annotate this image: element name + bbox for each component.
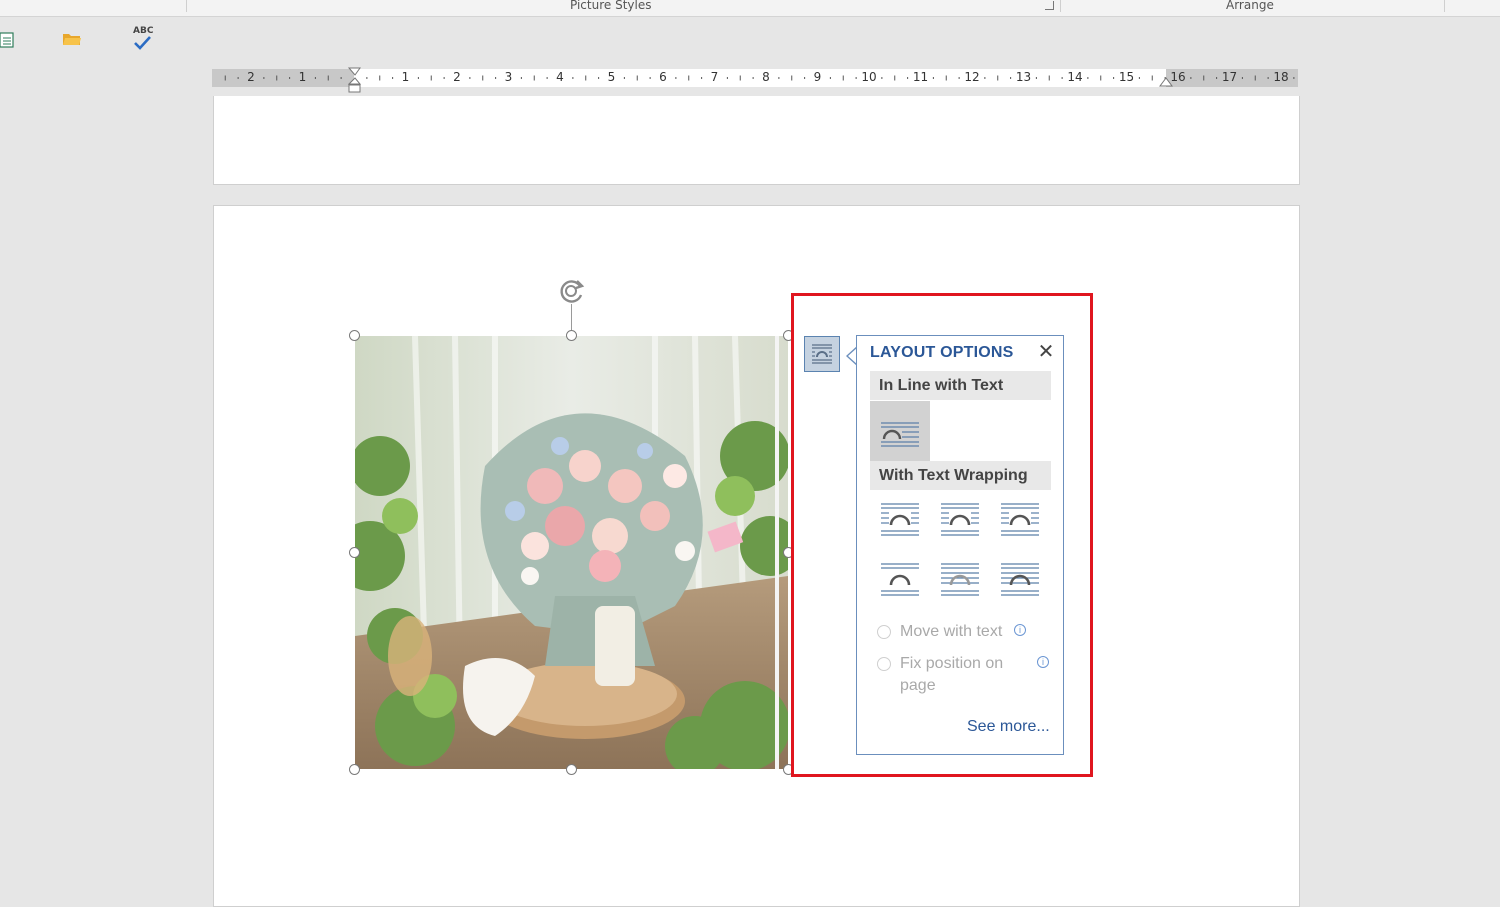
ruler-label: 9 bbox=[813, 70, 822, 84]
inserted-picture[interactable] bbox=[355, 336, 788, 769]
ribbon-group-picture-styles: Picture Styles bbox=[570, 0, 652, 12]
ruler-label: 12 bbox=[964, 70, 980, 84]
resize-handle-bottom-left[interactable] bbox=[349, 764, 360, 775]
resize-handle-left[interactable] bbox=[349, 547, 360, 558]
spelling-icon-text: ABC bbox=[133, 26, 154, 36]
ruler-label: 1 bbox=[298, 70, 307, 84]
ruler-ticks bbox=[224, 75, 1295, 81]
resize-handle-bottom[interactable] bbox=[566, 764, 577, 775]
ruler-label: 4 bbox=[556, 70, 564, 84]
ribbon-separator bbox=[1444, 0, 1445, 12]
ruler-label: 11 bbox=[912, 70, 929, 84]
rotate-handle-icon[interactable] bbox=[558, 277, 586, 310]
ruler-label: 15 bbox=[1118, 70, 1135, 84]
ruler-label: 2 bbox=[247, 70, 255, 84]
ruler-label: 13 bbox=[1015, 70, 1032, 84]
horizontal-ruler[interactable]: 2 1 1 2 3 4 5 6 7 8 9 10 11 12 13 14 15 16 17 18 bbox=[212, 67, 1298, 93]
ruler-label: 1 bbox=[401, 70, 410, 84]
resize-handle-top[interactable] bbox=[566, 330, 577, 341]
ruler-label: 14 bbox=[1067, 70, 1083, 84]
indent-marker-icon[interactable] bbox=[348, 67, 362, 95]
ruler-label: 6 bbox=[659, 70, 667, 84]
document-icon[interactable] bbox=[0, 32, 14, 53]
spelling-check-icon[interactable]: ABC bbox=[132, 26, 154, 52]
ruler-label: 10 bbox=[861, 70, 877, 84]
right-indent-marker-icon[interactable] bbox=[1159, 77, 1173, 87]
ribbon-group-labels: Picture Styles Arrange bbox=[0, 0, 1500, 17]
resize-handle-top-left[interactable] bbox=[349, 330, 360, 341]
ruler-label: 7 bbox=[710, 70, 719, 84]
ruler-label: 2 bbox=[453, 70, 461, 84]
ruler-label: 3 bbox=[504, 70, 513, 84]
ruler-label: 17 bbox=[1221, 70, 1238, 84]
ribbon-separator bbox=[1060, 0, 1061, 12]
ribbon-separator bbox=[186, 0, 187, 12]
dialog-launcher-icon[interactable] bbox=[1045, 1, 1054, 10]
ruler-label: 8 bbox=[762, 70, 770, 84]
ruler-label: 18 bbox=[1273, 70, 1289, 84]
document-page-previous[interactable] bbox=[213, 96, 1300, 185]
highlight-box bbox=[791, 293, 1093, 777]
open-folder-icon[interactable] bbox=[62, 31, 82, 52]
ribbon-group-arrange: Arrange bbox=[1226, 0, 1274, 12]
ruler-label: 5 bbox=[607, 70, 616, 84]
